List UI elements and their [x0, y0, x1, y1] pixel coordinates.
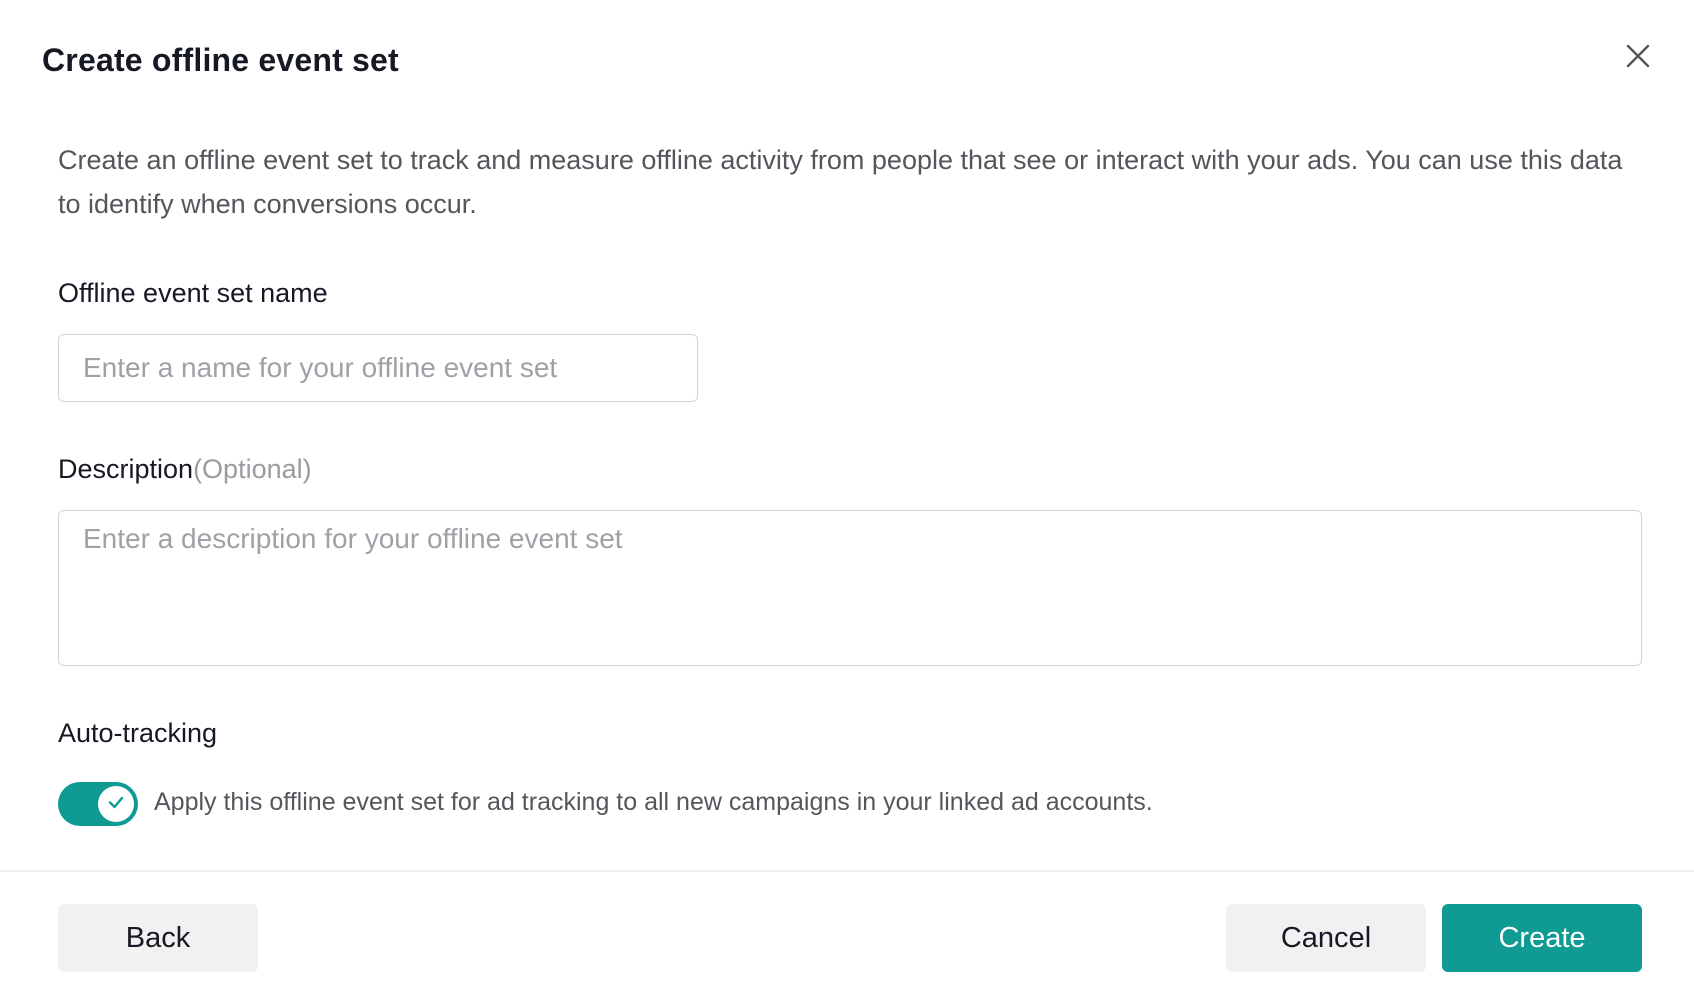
create-offline-event-set-dialog: Create offline event set Create an offli… [0, 0, 1694, 998]
auto-tracking-label: Auto-tracking [58, 718, 218, 748]
back-button[interactable]: Back [58, 904, 258, 972]
optional-tag: (Optional) [193, 454, 312, 484]
create-button[interactable]: Create [1442, 904, 1642, 972]
description-textarea[interactable] [58, 510, 1642, 666]
close-button[interactable] [1620, 40, 1656, 76]
footer-divider [0, 870, 1694, 872]
close-icon [1626, 44, 1650, 73]
cancel-button[interactable]: Cancel [1226, 904, 1426, 972]
offline-event-set-name-input[interactable] [58, 334, 698, 402]
description-label-text: Description [58, 454, 194, 484]
description-field-label: Description(Optional) [58, 454, 312, 485]
toggle-knob [98, 786, 134, 822]
check-icon [106, 792, 126, 817]
auto-tracking-toggle[interactable] [58, 782, 138, 826]
auto-tracking-description: Apply this offline event set for ad trac… [154, 788, 1153, 816]
name-field-label: Offline event set name [58, 278, 328, 308]
dialog-intro-text: Create an offline event set to track and… [58, 145, 1623, 219]
dialog-title: Create offline event set [42, 42, 399, 78]
